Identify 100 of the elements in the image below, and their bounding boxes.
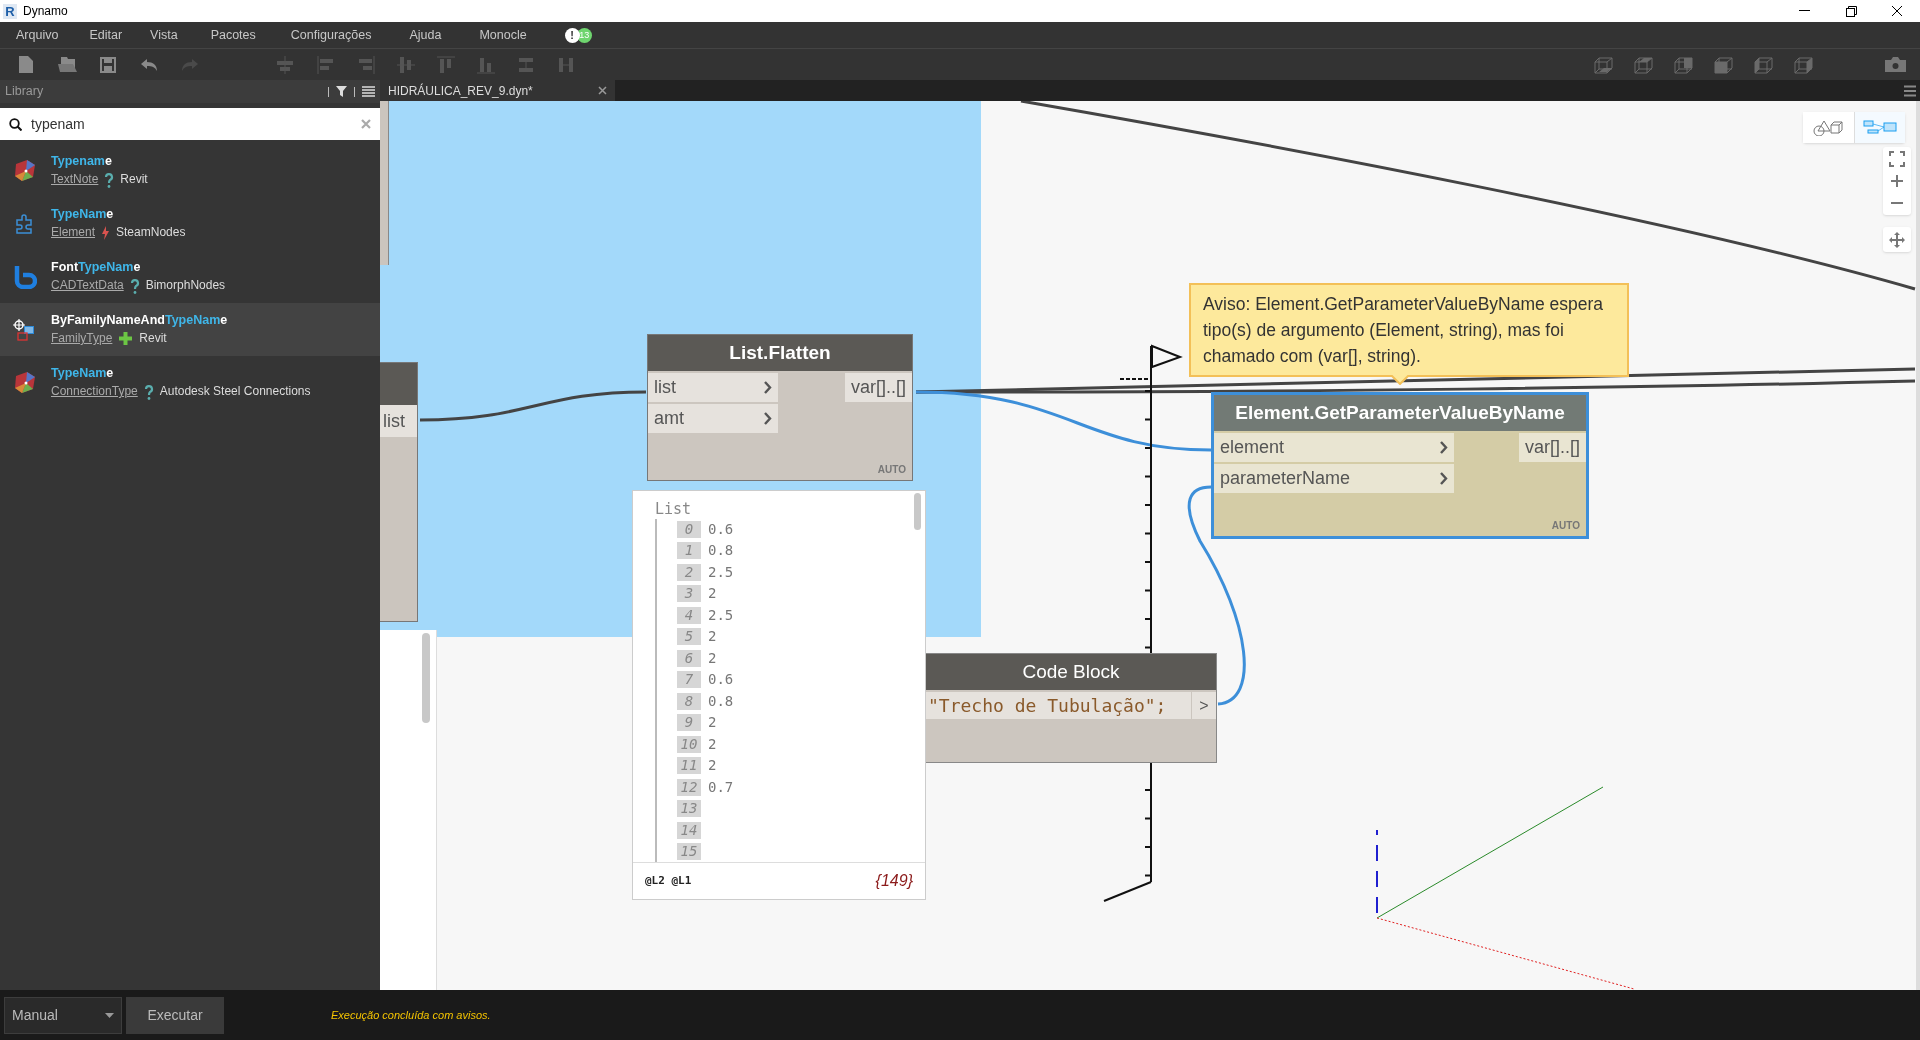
output-port[interactable]: var[]..[] — [1519, 433, 1586, 462]
leader-line — [1103, 881, 1152, 902]
search-input[interactable]: typenam — [31, 113, 352, 135]
menu-item[interactable]: Arquivo — [16, 25, 59, 45]
scrollbar-thumb[interactable] — [422, 633, 430, 723]
index-label: 9 — [677, 714, 701, 731]
category-link[interactable]: CADTextData — [51, 278, 124, 293]
menu-item[interactable]: Configurações — [290, 25, 372, 45]
list-view-icon[interactable] — [362, 86, 375, 97]
curve-icon — [13, 264, 37, 289]
question-icon — [104, 171, 115, 188]
scrollbar-thumb[interactable] — [914, 493, 921, 530]
lightning-icon — [101, 225, 111, 240]
index-label: 8 — [677, 692, 701, 710]
menu-icon[interactable] — [1904, 84, 1916, 97]
library-title: Library — [5, 83, 44, 101]
app-logo: R — [3, 3, 17, 19]
caret-icon — [105, 1012, 114, 1018]
chevron-icon — [764, 381, 772, 394]
restore-icon[interactable] — [1845, 5, 1857, 17]
node-title: List.Flatten — [648, 335, 912, 371]
warning-badge[interactable]: ! — [564, 27, 580, 43]
list-value: 2 — [708, 648, 717, 668]
index-label: 13 — [677, 800, 701, 817]
package-name: Autodesk Steel Connections — [159, 384, 311, 399]
node-card[interactable]: List.Flatten list amt var[]..[] AUTO — [647, 334, 913, 481]
category-link[interactable]: Element — [51, 225, 96, 240]
plus-icon — [118, 331, 134, 346]
node-header — [380, 363, 417, 405]
chevron-icon — [764, 412, 772, 425]
lacing-label: AUTO — [877, 463, 907, 477]
index-label: 10 — [677, 735, 701, 753]
index-label: 4 — [677, 606, 701, 624]
chevron-icon — [1440, 472, 1448, 485]
result-name: FontTypeName — [51, 259, 142, 275]
clear-icon[interactable] — [361, 119, 371, 129]
index-label: 12 — [677, 778, 701, 796]
menu-item[interactable]: Monocle — [479, 25, 527, 45]
category-link[interactable]: FamilyType — [51, 331, 113, 346]
code-editor[interactable]: "Trecho de Tubulação"; — [926, 692, 1191, 719]
zoom-in-icon[interactable] — [1889, 173, 1905, 189]
menu-item[interactable]: Ajuda — [409, 25, 442, 45]
lacing-label: AUTO — [1551, 519, 1581, 533]
output-port[interactable]: > — [1192, 692, 1216, 719]
warning-text: Aviso: Element.GetParameterValueByName espera tipo(s) de argumento (Element, string), mas foi chamado com (var[], string). — [1203, 293, 1605, 368]
list-value: 2 — [708, 734, 717, 754]
package-name: BimorphNodes — [145, 278, 226, 293]
family-type-icon — [13, 317, 37, 342]
graph-view-icon[interactable] — [1854, 112, 1905, 143]
geometry-view-icon[interactable] — [1803, 112, 1854, 143]
input-port[interactable]: list — [648, 373, 778, 402]
search-icon — [9, 117, 22, 131]
list-value: 0.6 — [708, 519, 734, 539]
index-label: 3 — [677, 585, 701, 602]
output-port[interactable]: var[]..[] — [845, 373, 912, 402]
menu-item[interactable]: Pacotes — [210, 25, 256, 45]
gem-icon — [13, 370, 37, 395]
index-label: 11 — [677, 757, 701, 774]
menu-item[interactable]: Vista — [150, 25, 178, 45]
index-label: 5 — [677, 628, 701, 645]
index-label: 7 — [677, 671, 701, 688]
fit-view-icon[interactable] — [1889, 151, 1905, 167]
node-card[interactable]: Element.GetParameterValueByName element parameterName var[]..[] AUTO — [1211, 392, 1589, 539]
menu-item[interactable]: Editar — [89, 25, 123, 45]
list-value: 0.6 — [708, 670, 734, 689]
list-value: 0.8 — [708, 691, 734, 711]
list-levels: @L2 @L1 — [645, 872, 692, 889]
run-mode-dropdown[interactable]: Manual — [4, 996, 122, 1034]
port-label: list — [380, 405, 417, 437]
input-port[interactable]: amt — [648, 404, 778, 433]
node-title: Element.GetParameterValueByName — [1214, 395, 1586, 431]
list-value: 2 — [708, 756, 717, 775]
category-link[interactable]: TextNote — [51, 172, 99, 187]
index-label: 6 — [677, 649, 701, 667]
close-tab-icon[interactable] — [598, 86, 607, 95]
window-title: Dynamo — [23, 3, 68, 20]
filter-icon[interactable] — [336, 86, 347, 97]
input-port[interactable]: element — [1214, 433, 1454, 462]
index-label: 14 — [677, 821, 701, 839]
list-value: 2 — [708, 627, 717, 646]
file-tab[interactable]: HIDRÁULICA_REV_9.dyn* — [380, 80, 615, 101]
chevron-icon — [1440, 441, 1448, 454]
close-icon[interactable] — [1891, 5, 1903, 17]
search-box[interactable]: typenam — [0, 108, 380, 140]
list-value: 2.5 — [708, 562, 734, 582]
package-name: Revit — [120, 172, 148, 187]
input-port[interactable]: parameterName — [1214, 464, 1454, 493]
index-label: 2 — [677, 563, 701, 581]
result-name: ByFamilyNameAndTypeName — [51, 313, 228, 328]
minimize-icon[interactable] — [1799, 10, 1811, 12]
search-result[interactable]: ByFamilyNameAndTypeName FamilyType Revit — [0, 303, 380, 356]
category-link[interactable]: ConnectionType — [51, 384, 138, 399]
index-label: 1 — [677, 542, 701, 559]
pan-icon[interactable] — [1883, 227, 1911, 252]
index-label: 0 — [677, 520, 701, 538]
flag-icon — [1151, 344, 1183, 369]
run-button[interactable]: Executar — [126, 996, 224, 1034]
list-header: List — [655, 499, 692, 519]
result-name: Typename — [51, 153, 113, 169]
gem-icon — [13, 158, 37, 183]
